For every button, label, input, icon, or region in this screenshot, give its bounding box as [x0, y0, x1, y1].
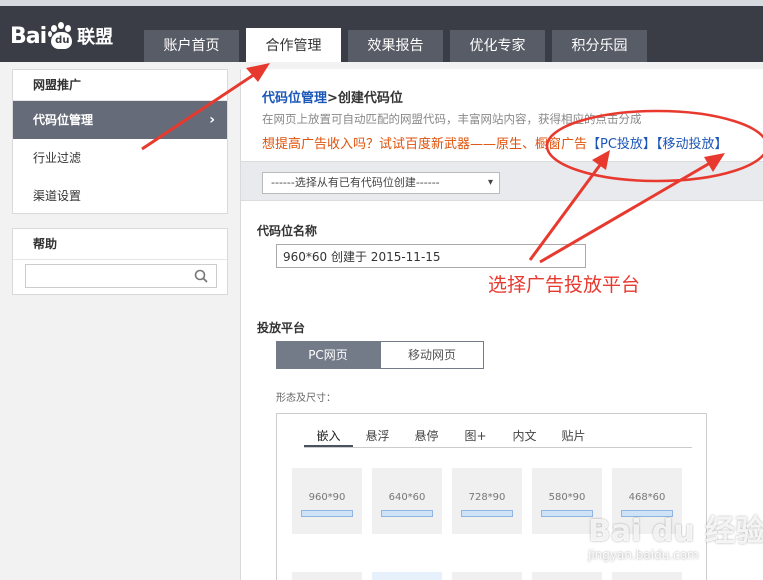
size-option[interactable] — [452, 572, 522, 580]
shape-tab-hover[interactable]: 悬停 — [402, 426, 451, 447]
size-preview-bar — [621, 510, 673, 517]
shape-tab-in-text[interactable]: 内文 — [500, 426, 549, 447]
platform-pc-button[interactable]: PC网页 — [276, 341, 380, 369]
chevron-right-icon: › — [209, 112, 215, 128]
logo-du-text: du — [55, 35, 70, 46]
existing-code-select-value: ------选择从有已有代码位创建------ — [271, 176, 440, 189]
code-name-input[interactable] — [276, 244, 586, 268]
size-label: 728*90 — [468, 492, 506, 503]
promo-mobile-link[interactable]: 【移动投放】 — [656, 137, 728, 152]
main-panel: 代码位管理>创建代码位 在网页上放置可自动匹配的网盟代码，丰富网站内容，获得相应… — [240, 69, 763, 580]
top-header: Bai du 联盟 账户首页 合作管理 效果报告 优化专家 积分乐园 — [0, 0, 763, 62]
help-search-input[interactable] — [30, 265, 190, 287]
nav-tab-effect-report[interactable]: 效果报告 — [348, 30, 443, 62]
breadcrumb-current: 创建代码位 — [337, 91, 403, 106]
shape-tab-float[interactable]: 悬浮 — [353, 426, 402, 447]
size-option[interactable]: 468*60 — [612, 468, 682, 534]
shape-size-panel: 嵌入 悬浮 悬停 图+ 内文 贴片 960*90 640*60 728*90 5… — [276, 413, 707, 580]
sidebar-item-industry-filter[interactable]: 行业过滤 — [13, 139, 227, 177]
size-preview-bar — [541, 510, 593, 517]
nav-tab-cooperation-management[interactable]: 合作管理 — [246, 28, 341, 62]
sidebar-menu: 网盟推广 代码位管理 › 行业过滤 渠道设置 — [12, 69, 228, 214]
size-preview-bar — [381, 510, 433, 517]
size-label: 580*90 — [548, 492, 586, 503]
help-title: 帮助 — [13, 229, 227, 260]
logo-bai-text: Bai — [10, 23, 47, 49]
shape-size-label: 形态及尺寸： — [276, 393, 336, 404]
main-nav: 账户首页 合作管理 效果报告 优化专家 积分乐园 — [144, 28, 654, 62]
sidebar-section-title: 网盟推广 — [13, 70, 227, 101]
page-description: 在网页上放置可自动匹配的网盟代码，丰富网站内容，获得相应的点击分成 — [262, 112, 642, 126]
promo-line: 想提高广告收入吗？试试百度新武器——原生、橱窗广告【PC投放】【移动投放】 — [262, 133, 727, 152]
annotation-text: 选择广告投放平台 — [488, 274, 641, 296]
nav-tab-account-home[interactable]: 账户首页 — [144, 30, 239, 62]
size-option[interactable] — [532, 572, 602, 580]
size-option[interactable] — [612, 572, 682, 580]
header-top-strip — [0, 0, 763, 6]
size-preview-bar — [301, 510, 353, 517]
size-label: 960*90 — [308, 492, 346, 503]
size-option[interactable]: 728*90 — [452, 468, 522, 534]
search-icon[interactable] — [194, 269, 208, 283]
sidebar-item-channel-settings[interactable]: 渠道设置 — [13, 177, 227, 215]
platform-mobile-button[interactable]: 移动网页 — [380, 341, 484, 369]
size-option[interactable] — [292, 572, 362, 580]
breadcrumb: 代码位管理>创建代码位 — [262, 87, 403, 106]
size-option[interactable]: 580*90 — [532, 468, 602, 534]
sidebar-item-code-position[interactable]: 代码位管理 › — [13, 101, 227, 139]
baidu-paw-icon: du — [48, 22, 74, 50]
promo-text: 想提高广告收入吗？试试百度新武器——原生、橱窗广告 — [262, 137, 588, 152]
size-label: 640*60 — [388, 492, 426, 503]
nav-tab-points-park[interactable]: 积分乐园 — [552, 30, 647, 62]
shape-tabs: 嵌入 悬浮 悬停 图+ 内文 贴片 — [304, 426, 692, 448]
size-preview-bar — [461, 510, 513, 517]
promo-pc-link[interactable]: 【PC投放】 — [587, 137, 656, 152]
baidu-union-logo[interactable]: Bai du 联盟 — [10, 18, 113, 54]
breadcrumb-separator: > — [327, 91, 338, 106]
size-option[interactable] — [372, 572, 442, 580]
size-label: 468*60 — [628, 492, 666, 503]
breadcrumb-code-position-link[interactable]: 代码位管理 — [262, 91, 327, 106]
shape-tab-image-plus[interactable]: 图+ — [451, 426, 500, 447]
nav-tab-optimization-expert[interactable]: 优化专家 — [450, 30, 545, 62]
help-search-box — [25, 264, 217, 288]
existing-code-select[interactable]: ------选择从有已有代码位创建------ ▾ — [262, 172, 500, 194]
select-bar: ------选择从有已有代码位创建------ ▾ — [241, 161, 763, 201]
sidebar-help: 帮助 — [12, 228, 228, 295]
code-name-label: 代码位名称 — [257, 224, 318, 238]
size-thumbnails: 960*90 640*60 728*90 580*90 468*60 — [292, 468, 692, 534]
sidebar-item-label: 代码位管理 — [33, 113, 94, 127]
chevron-down-icon: ▾ — [487, 177, 493, 188]
size-option[interactable]: 960*90 — [292, 468, 362, 534]
shape-tab-embed[interactable]: 嵌入 — [304, 426, 353, 447]
platform-toggle: PC网页 移动网页 — [276, 341, 484, 369]
logo-lianmeng-text: 联盟 — [77, 27, 114, 48]
size-thumbnails-row2 — [292, 572, 692, 580]
size-option[interactable]: 640*60 — [372, 468, 442, 534]
platform-label: 投放平台 — [257, 321, 306, 335]
shape-tab-patch[interactable]: 贴片 — [549, 426, 598, 447]
